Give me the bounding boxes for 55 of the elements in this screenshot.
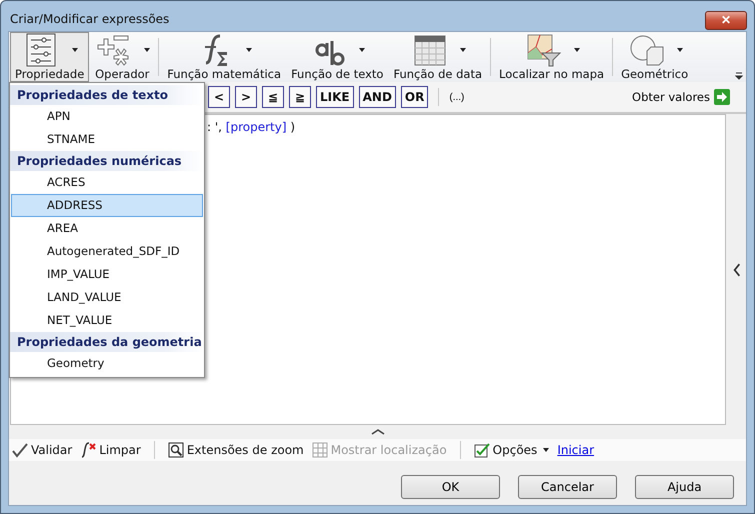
grid-icon (312, 442, 328, 458)
operator-button[interactable]: > (235, 86, 257, 108)
overflow-icon[interactable] (735, 72, 743, 80)
operator-button[interactable]: OR (400, 86, 428, 108)
start-link[interactable]: Iniciar (557, 443, 594, 457)
operator-button[interactable]: LIKE (316, 86, 354, 108)
arrow-icon (714, 89, 730, 105)
caret-icon (359, 48, 366, 52)
operator-button[interactable]: ≦ (262, 86, 284, 108)
menu-item[interactable]: STNAME (11, 128, 203, 151)
get-values-button[interactable]: Obter valores (626, 88, 736, 106)
expression-text: : ', [property] ) (207, 120, 296, 134)
zoom-icon (168, 442, 184, 458)
dialog-button[interactable]: OK (401, 475, 500, 499)
ribbon-button[interactable]: Geométrico (616, 32, 694, 82)
ribbon-button[interactable]: Propriedade (10, 32, 90, 82)
dialog-button[interactable]: Ajuda (635, 475, 734, 499)
ribbon-button[interactable]: Localizar no mapa (494, 32, 610, 82)
function-clear-icon (80, 442, 96, 458)
operator-button[interactable]: ≧ (289, 86, 311, 108)
parentheses-button[interactable]: (...) (449, 92, 464, 102)
checkbox-icon (474, 442, 490, 458)
expand-arrow-icon[interactable] (370, 428, 384, 436)
caret-icon (72, 48, 78, 52)
dialog-button[interactable]: Cancelar (518, 475, 617, 499)
menu-item[interactable]: ACRES (11, 171, 203, 194)
ribbon-button[interactable]: Função de texto (286, 32, 388, 82)
caret-icon (246, 48, 252, 52)
menu-item[interactable]: AREA (11, 217, 203, 240)
menu-group-heading: Propriedades numéricas (10, 151, 204, 171)
window-title: Criar/Modificar expressões (9, 12, 170, 26)
zoom-button[interactable]: Extensões de zoom (168, 442, 304, 458)
ribbon-button[interactable]: Operador (89, 32, 156, 82)
ribbon-button[interactable]: Função de data (388, 32, 488, 82)
menu-item[interactable]: IMP_VALUE (11, 263, 203, 286)
operator-button[interactable]: AND (358, 86, 396, 108)
caret-icon (543, 448, 550, 452)
menu-item[interactable]: Autogenerated_SDF_ID (11, 240, 203, 263)
menu-item[interactable]: NET_VALUE (11, 309, 203, 332)
operator-button[interactable]: < (208, 86, 230, 108)
menu-item[interactable]: Geometry (11, 352, 203, 375)
clear-button[interactable]: Limpar (80, 442, 141, 458)
options-button[interactable]: Opções (474, 442, 550, 458)
menu-item[interactable]: LAND_VALUE (11, 286, 203, 309)
caret-icon (460, 48, 466, 52)
caret-icon (144, 48, 150, 52)
close-button[interactable]: ✕ (705, 10, 747, 30)
check-icon (12, 442, 28, 458)
caret-icon (676, 48, 683, 52)
validate-button[interactable]: Validar (12, 442, 72, 458)
caret-icon (574, 48, 580, 52)
ribbon-button[interactable]: Função matemática (162, 32, 286, 82)
menu-item[interactable]: ADDRESS (11, 194, 203, 217)
menu-group-heading: Propriedades da geometria (10, 332, 204, 352)
menu-group-heading: Propriedades de texto (10, 85, 204, 105)
